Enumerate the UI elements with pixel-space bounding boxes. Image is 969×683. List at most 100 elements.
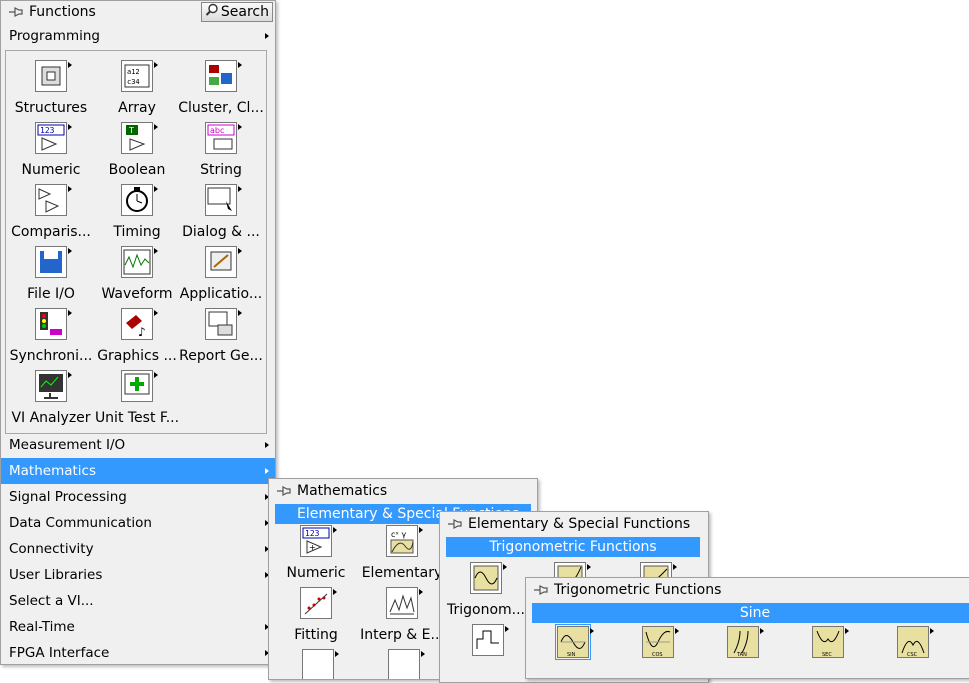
- item-label: Trigonom...: [446, 602, 526, 618]
- application-control-icon: [205, 246, 242, 278]
- pin-icon[interactable]: [275, 484, 291, 498]
- programming-item-comparison[interactable]: Comparis...: [8, 184, 94, 240]
- programming-item-application-control[interactable]: Applicatio...: [178, 246, 264, 302]
- math-item-interp[interactable]: Interp & E...: [359, 587, 445, 643]
- programming-item-numeric[interactable]: 123 Numeric: [8, 122, 94, 178]
- svg-text:123: 123: [40, 126, 55, 135]
- programming-item-synchronization[interactable]: Synchroni...: [8, 308, 94, 364]
- svg-text:a12: a12: [127, 68, 140, 76]
- vi-analyzer-icon: [35, 370, 72, 402]
- functions-titlebar: Functions Search: [1, 1, 275, 23]
- tan-icon[interactable]: TAN: [727, 626, 764, 658]
- category-connectivity[interactable]: Connectivity: [1, 536, 275, 562]
- item-label: Elementary: [361, 565, 443, 581]
- item-label: Structures: [14, 100, 88, 116]
- category-signal-processing[interactable]: Signal Processing: [1, 484, 275, 510]
- category-label: Select a VI...: [9, 593, 94, 609]
- programming-item-structures[interactable]: Structures: [8, 60, 94, 116]
- sec-icon[interactable]: SEC: [812, 626, 849, 658]
- programming-item-cluster[interactable]: Cluster, Cl...: [178, 60, 264, 116]
- synchronization-icon: [35, 308, 72, 340]
- category-real-time[interactable]: Real-Time: [1, 614, 275, 640]
- math-item-fitting[interactable]: Fitting: [273, 587, 359, 643]
- programming-item-dialog[interactable]: Dialog & ...: [178, 184, 264, 240]
- discrete-math-icon[interactable]: [472, 624, 509, 656]
- item-label: Report Ge...: [179, 348, 263, 364]
- item-label: Array: [118, 100, 156, 116]
- search-label: Search: [220, 4, 269, 20]
- dialog-icon: [205, 184, 242, 216]
- pin-icon[interactable]: [532, 583, 548, 597]
- category-label: Mathematics: [9, 463, 96, 479]
- math-next-row-icon[interactable]: [302, 649, 339, 679]
- csc-icon[interactable]: CSC: [897, 626, 934, 658]
- svg-text:cˣ γ: cˣ γ: [391, 530, 406, 539]
- cos-icon[interactable]: COS: [642, 626, 679, 658]
- search-button[interactable]: Search: [200, 2, 273, 22]
- category-label: Programming: [9, 28, 100, 44]
- category-measurement-i-o[interactable]: Measurement I/O: [1, 432, 275, 458]
- programming-item-file-io[interactable]: File I/O: [8, 246, 94, 302]
- math-item-numeric[interactable]: 123 + Numeric: [273, 525, 359, 581]
- elementary-icon: cˣ γ: [386, 525, 423, 557]
- svg-text:♪: ♪: [138, 325, 146, 339]
- palette-title: Functions: [29, 4, 96, 20]
- sin-icon[interactable]: SIN: [555, 624, 594, 660]
- trigonometric-palette: Trigonometric Functions Sine SIN COS TAN SE…: [525, 577, 969, 679]
- programming-item-report-generation[interactable]: Report Ge...: [178, 308, 264, 364]
- category-label: FPGA Interface: [9, 645, 110, 661]
- palette-title: Trigonometric Functions: [554, 582, 722, 598]
- item-label: Graphics ...: [97, 348, 177, 364]
- comparison-icon: [35, 184, 72, 216]
- svg-text:abc: abc: [210, 126, 224, 135]
- category-label: Real-Time: [9, 619, 75, 635]
- category-programming[interactable]: Programming: [1, 24, 275, 48]
- function-tag: SIN: [567, 652, 576, 657]
- category-fpga-interface[interactable]: FPGA Interface: [1, 640, 275, 664]
- cluster-icon: [205, 60, 242, 92]
- programming-item-graphics-sound[interactable]: ♪ Graphics ...: [94, 308, 180, 364]
- category-user-libraries[interactable]: User Libraries: [1, 562, 275, 588]
- item-label: Waveform: [101, 286, 173, 302]
- programming-item-string[interactable]: abc String: [178, 122, 264, 178]
- item-label: Numeric: [286, 565, 346, 581]
- category-label: Data Communication: [9, 515, 152, 531]
- palette-title: Elementary & Special Functions: [468, 516, 691, 532]
- category-label: Measurement I/O: [9, 437, 126, 453]
- array-icon: a12 c34: [121, 60, 158, 92]
- elementary-titlebar: Elementary & Special Functions: [440, 512, 708, 536]
- trigonometric-icon: [470, 562, 507, 594]
- numeric-icon: 123 +: [300, 525, 337, 557]
- pin-icon[interactable]: [446, 517, 462, 531]
- svg-text:c34: c34: [127, 78, 140, 86]
- category-select-a-vi[interactable]: Select a VI...: [1, 588, 275, 614]
- chevron-right-icon: [265, 468, 269, 474]
- pin-icon[interactable]: [7, 5, 23, 19]
- category-label: Connectivity: [9, 541, 94, 557]
- programming-item-array[interactable]: a12 c34 Array: [94, 60, 180, 116]
- programming-item-vi-analyzer[interactable]: VI Analyzer: [8, 370, 94, 426]
- item-label: Comparis...: [11, 224, 91, 240]
- timing-icon: [121, 184, 158, 216]
- selected-subpalette-label[interactable]: Trigonometric Functions: [446, 537, 700, 557]
- math-item-elementary[interactable]: cˣ γ Elementary: [359, 525, 445, 581]
- structures-icon: [35, 60, 72, 92]
- programming-item-timing[interactable]: Timing: [94, 184, 180, 240]
- programming-item-boolean[interactable]: T Boolean: [94, 122, 180, 178]
- numeric-icon: 123: [35, 122, 72, 154]
- category-data-communication[interactable]: Data Communication: [1, 510, 275, 536]
- item-label: Boolean: [108, 162, 166, 178]
- category-mathematics[interactable]: Mathematics: [1, 458, 275, 484]
- programming-item-waveform[interactable]: Waveform: [94, 246, 180, 302]
- item-label: Numeric: [21, 162, 81, 178]
- item-label: Synchroni...: [9, 348, 93, 364]
- report-generation-icon: [205, 308, 242, 340]
- programming-item-unit-test[interactable]: Unit Test F...: [94, 370, 180, 426]
- item-label: String: [200, 162, 242, 178]
- math-next-row-icon[interactable]: [388, 649, 425, 679]
- elementary-item-trigonometric[interactable]: Trigonom...: [443, 562, 529, 618]
- function-tag: TAN: [736, 652, 747, 657]
- file-io-icon: [35, 246, 72, 278]
- boolean-icon: T: [121, 122, 158, 154]
- selected-function-label[interactable]: Sine: [532, 603, 969, 623]
